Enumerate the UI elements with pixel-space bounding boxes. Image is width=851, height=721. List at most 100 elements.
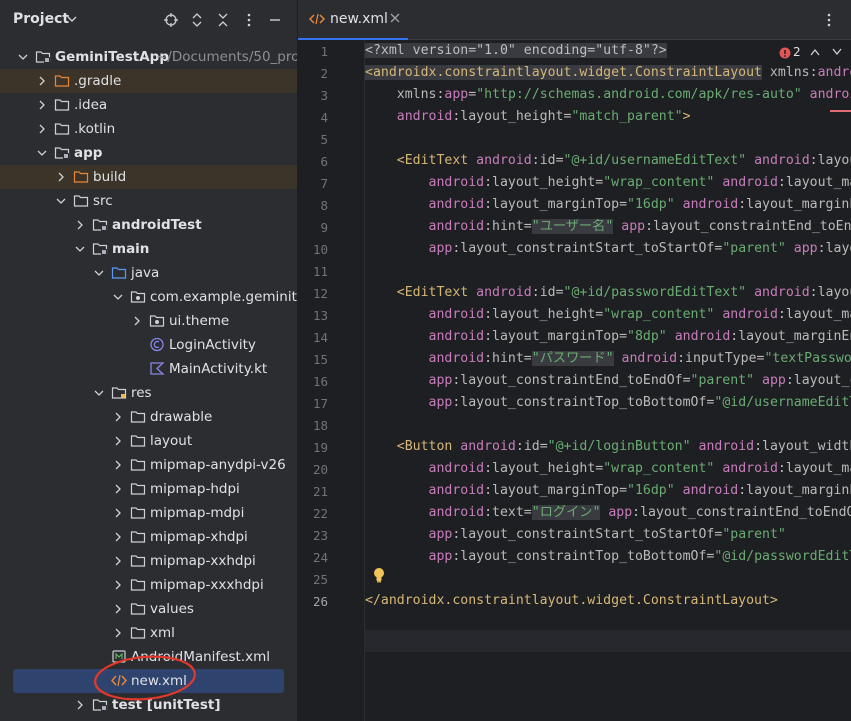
- tree-item[interactable]: new.xml: [13, 669, 284, 693]
- tree-item[interactable]: values: [0, 597, 297, 621]
- tree-item[interactable]: ui.theme: [0, 309, 297, 333]
- chevron-down-icon[interactable]: [75, 244, 85, 254]
- hide-panel-icon[interactable]: [267, 12, 283, 28]
- folder-icon: [130, 601, 146, 616]
- tree-item[interactable]: mipmap-mdpi: [0, 501, 297, 525]
- tree-item[interactable]: com.example.geminitesta: [0, 285, 297, 309]
- tree-item[interactable]: main: [0, 237, 297, 261]
- tree-item[interactable]: mipmap-xxhdpi: [0, 549, 297, 573]
- code-line[interactable]: app:layout_constraintStart_toStartOf="pa…: [365, 524, 786, 546]
- chevron-right-icon[interactable]: [113, 532, 123, 542]
- lightbulb-icon[interactable]: [373, 567, 385, 583]
- code-token: :layout_marginTop=: [484, 483, 628, 498]
- code-token: android: [428, 505, 485, 520]
- folder-icon: [73, 193, 89, 208]
- code-token: :layout_height=: [484, 307, 604, 322]
- tree-item[interactable]: build: [0, 165, 297, 189]
- tree-item[interactable]: drawable: [0, 405, 297, 429]
- chevron-down-icon[interactable]: [66, 13, 78, 25]
- tree-item[interactable]: test [unitTest]: [0, 693, 297, 717]
- chevron-right-icon[interactable]: [132, 316, 142, 326]
- tree-item[interactable]: mipmap-anydpi-v26: [0, 453, 297, 477]
- chevron-right-icon[interactable]: [37, 124, 47, 134]
- chevron-down-icon[interactable]: [113, 292, 123, 302]
- code-token: android: [428, 219, 485, 234]
- code-line[interactable]: android:layout_marginTop="16dp" android:…: [365, 480, 851, 502]
- tree-item[interactable]: MainActivity.kt: [0, 357, 297, 381]
- code-line[interactable]: android:hint="パスワード" android:inputType="…: [365, 348, 851, 370]
- chevron-down-icon[interactable]: [37, 148, 47, 158]
- more-options-icon[interactable]: [821, 12, 837, 28]
- chevron-down-icon[interactable]: [832, 48, 842, 56]
- tree-item[interactable]: layout: [0, 429, 297, 453]
- chevron-right-icon[interactable]: [75, 700, 85, 710]
- tab-new-xml[interactable]: new.xml: [298, 0, 408, 40]
- chevron-right-icon[interactable]: [113, 460, 123, 470]
- chevron-right-icon[interactable]: [37, 100, 47, 110]
- code-line[interactable]: <EditText android:id="@+id/usernameEditT…: [365, 150, 851, 172]
- code-token: </androidx.constraintlayout.widget.Const…: [365, 593, 778, 608]
- tree-item[interactable]: .gradle: [0, 69, 297, 93]
- chevron-up-icon[interactable]: [810, 48, 820, 56]
- code-token: :layout_height=: [484, 461, 604, 476]
- tree-item[interactable]: GeminiTestApp ~/Documents/50_proje: [0, 45, 297, 69]
- chevron-right-icon[interactable]: [113, 628, 123, 638]
- tree-item[interactable]: mipmap-xxxhdpi: [0, 573, 297, 597]
- code-line[interactable]: <?xml version="1.0" encoding="utf-8"?>: [365, 40, 667, 62]
- chevron-down-icon[interactable]: [56, 196, 66, 206]
- chevron-right-icon[interactable]: [113, 580, 123, 590]
- code-area[interactable]: <?xml version="1.0" encoding="utf-8"?> <a…: [365, 40, 851, 721]
- locate-file-icon[interactable]: [163, 12, 179, 28]
- close-icon[interactable]: [390, 13, 400, 23]
- chevron-right-icon[interactable]: [113, 484, 123, 494]
- code-line[interactable]: xmlns:app="http://schemas.android.com/ap…: [365, 84, 851, 106]
- code-line[interactable]: <androidx.constraintlayout.widget.Constr…: [365, 62, 851, 84]
- code-line[interactable]: android:hint="ユーザー名" app:layout_constrai…: [365, 216, 851, 238]
- chevron-right-icon[interactable]: [113, 412, 123, 422]
- chevron-right-icon[interactable]: [113, 604, 123, 614]
- code-line[interactable]: android:layout_height="wrap_content" and…: [365, 458, 851, 480]
- error-count[interactable]: 2: [793, 45, 801, 59]
- code-line[interactable]: app:layout_constraintEnd_toEndOf="parent…: [365, 370, 851, 392]
- code-line[interactable]: </androidx.constraintlayout.widget.Const…: [365, 590, 778, 612]
- chevron-right-icon[interactable]: [113, 436, 123, 446]
- error-icon[interactable]: [779, 47, 791, 59]
- code-line[interactable]: android:layout_height="match_parent">: [365, 106, 691, 128]
- code-line[interactable]: app:layout_constraintTop_toBottomOf="@id…: [365, 546, 851, 568]
- tree-item[interactable]: .kotlin: [0, 117, 297, 141]
- tree-item[interactable]: xml: [0, 621, 297, 645]
- tree-item[interactable]: res: [0, 381, 297, 405]
- code-line[interactable]: android:layout_marginTop="16dp" android:…: [365, 194, 851, 216]
- tree-item[interactable]: app: [0, 141, 297, 165]
- more-options-icon[interactable]: [241, 12, 257, 28]
- code-line[interactable]: app:layout_constraintStart_toStartOf="pa…: [365, 238, 851, 260]
- chevron-right-icon[interactable]: [37, 76, 47, 86]
- tree-item[interactable]: androidTest: [0, 213, 297, 237]
- chevron-down-icon[interactable]: [94, 388, 104, 398]
- code-line[interactable]: android:layout_marginTop="8dp" android:l…: [365, 326, 851, 348]
- chevron-down-icon[interactable]: [94, 268, 104, 278]
- code-line[interactable]: <EditText android:id="@+id/passwordEditT…: [365, 282, 851, 304]
- folder-icon: [130, 409, 146, 424]
- expand-all-icon[interactable]: [189, 12, 205, 28]
- collapse-all-icon[interactable]: [215, 12, 231, 28]
- tree-item[interactable]: java: [0, 261, 297, 285]
- code-line[interactable]: android:text="ログイン" app:layout_constrain…: [365, 502, 851, 524]
- code-line[interactable]: android:layout_height="wrap_content" and…: [365, 172, 851, 194]
- code-line[interactable]: <Button android:id="@+id/loginButton" an…: [365, 436, 851, 458]
- tree-item[interactable]: mipmap-hdpi: [0, 477, 297, 501]
- tree-item[interactable]: mipmap-xhdpi: [0, 525, 297, 549]
- chevron-down-icon[interactable]: [18, 52, 28, 62]
- chevron-right-icon[interactable]: [75, 220, 85, 230]
- chevron-right-icon[interactable]: [56, 172, 66, 182]
- tree-item[interactable]: src: [0, 189, 297, 213]
- chevron-right-icon[interactable]: [113, 508, 123, 518]
- chevron-right-icon[interactable]: [113, 556, 123, 566]
- tree-item[interactable]: AndroidManifest.xml: [0, 645, 297, 669]
- code-line[interactable]: android:layout_height="wrap_content" and…: [365, 304, 851, 326]
- tree-item[interactable]: LoginActivity: [0, 333, 297, 357]
- project-panel-title[interactable]: Project: [13, 11, 69, 27]
- tree-item[interactable]: .idea: [0, 93, 297, 117]
- code-line[interactable]: app:layout_constraintTop_toBottomOf="@id…: [365, 392, 851, 414]
